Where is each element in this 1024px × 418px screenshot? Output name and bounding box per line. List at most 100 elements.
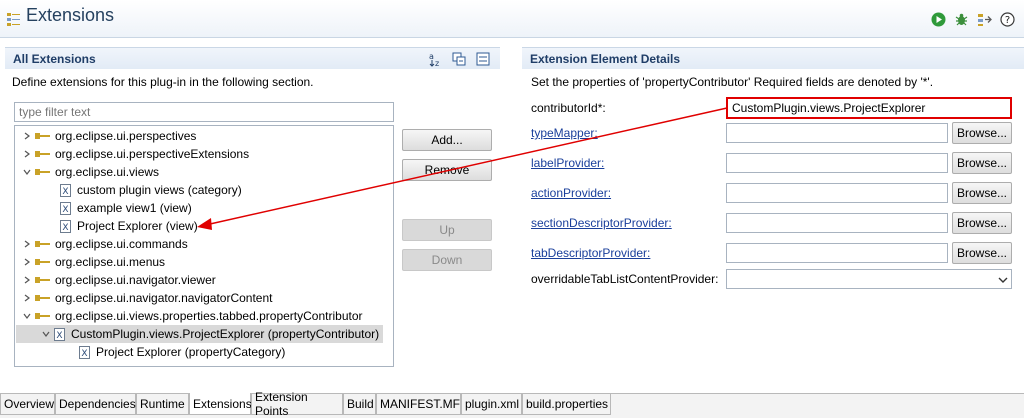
editor-title: Extensions [26,5,115,25]
tab-dependencies[interactable]: Dependencies [55,394,136,415]
sort-alpha-icon[interactable]: az [428,51,444,70]
tabdescriptorprovider-browse-button[interactable]: Browse... [952,242,1012,264]
xml-element-icon: X [78,345,91,359]
tree-item[interactable]: Xexample view1 (view) [16,199,192,217]
debug-icon[interactable] [953,11,969,27]
svg-text:X: X [56,331,62,341]
extensions-tree[interactable]: org.eclipse.ui.perspectives org.eclipse.u… [14,125,394,367]
tree-item[interactable]: org.eclipse.ui.perspectiveExtensions [16,145,249,163]
chevron-down-icon[interactable] [39,330,53,338]
chevron-right-icon[interactable] [20,258,34,266]
tab-label: Overview [4,397,55,411]
tab-label: Build [347,397,374,411]
tree-item[interactable]: org.eclipse.ui.menus [16,253,165,271]
tree-item[interactable]: org.eclipse.ui.views.properties.tabbed.p… [16,307,363,325]
labelprovider-link[interactable]: labelProvider: [531,156,604,170]
add-button[interactable]: Add... [402,129,492,151]
tree-item[interactable]: Xcustom plugin views (category) [16,181,242,199]
down-button[interactable]: Down [402,249,492,271]
left-panel-description: Define extensions for this plug-in in th… [12,75,314,89]
collapse-all-icon[interactable] [451,51,467,70]
tabdescriptorprovider-field[interactable] [726,243,948,263]
chevron-down-icon[interactable] [20,312,34,320]
tab-runtime[interactable]: Runtime [136,394,189,415]
tab-label: Extensions [193,396,252,411]
tabdescriptorprovider-link[interactable]: tabDescriptorProvider: [531,246,650,260]
tab-extension-points[interactable]: Extension Points [251,390,343,418]
tree-item[interactable]: X CustomPlugin.views.ProjectExplorer (pro… [16,325,384,343]
sectiondescriptorprovider-browse-button[interactable]: Browse... [952,212,1012,234]
filter-input[interactable] [14,102,394,122]
tree-item[interactable]: org.eclipse.ui.views [16,163,159,181]
chevron-right-icon[interactable] [20,276,34,284]
editor-title-bar: Extensions ? [0,0,1024,38]
chevron-right-icon[interactable] [20,240,34,248]
tab-overview[interactable]: Overview [0,394,55,415]
tree-item[interactable]: org.eclipse.ui.navigator.viewer [16,271,216,289]
extension-icon [34,150,52,158]
chevron-right-icon[interactable] [20,294,34,302]
tree-item[interactable]: X Project Explorer (propertyCategory) [16,343,285,361]
tree-item-label: Project Explorer (view) [77,219,198,233]
typemapper-field[interactable] [726,123,948,143]
show-description-icon[interactable] [475,51,491,70]
tab-label: Extension Points [255,390,308,418]
tree-item[interactable]: org.eclipse.ui.navigator.navigatorConten… [16,289,272,307]
tab-extensions[interactable]: Extensions [189,393,252,415]
element-details-title: Extension Element Details [530,52,681,66]
extension-icon [34,132,52,140]
tree-item-label: CustomPlugin.views.ProjectExplorer (prop… [71,327,380,341]
svg-text:X: X [62,187,68,197]
svg-text:a: a [429,52,434,61]
tab-label: Runtime [140,397,185,411]
actionprovider-link[interactable]: actionProvider: [531,186,611,200]
tree-item[interactable]: org.eclipse.ui.perspectives [16,127,196,145]
xml-element-icon: X [53,327,66,341]
overridable-label: overridableTabListContentProvider: [531,272,719,286]
editor-tabs: Overview Dependencies Runtime Extensions Ext… [0,390,1024,418]
run-icon[interactable] [930,11,946,27]
overridable-combo[interactable] [726,269,1012,289]
tab-plugin-xml[interactable]: plugin.xml [461,394,522,415]
xml-element-icon: X [59,201,72,215]
sectiondescriptorprovider-field[interactable] [726,213,948,233]
tab-label: build.properties [526,397,609,411]
svg-text:?: ? [1004,15,1009,26]
tree-item-label: org.eclipse.ui.views.properties.tabbed.p… [55,309,363,323]
tree-item[interactable]: org.eclipse.ui.commands [16,235,188,253]
extension-icon [34,168,52,176]
help-icon[interactable]: ? [999,11,1015,27]
tab-manifest-mf[interactable]: MANIFEST.MF [376,394,461,415]
all-extensions-header: All Extensions [5,47,500,69]
extension-icon [34,294,52,302]
chevron-right-icon[interactable] [20,150,34,158]
sectiondescriptorprovider-link[interactable]: sectionDescriptorProvider: [531,216,672,230]
up-button[interactable]: Up [402,219,492,241]
extension-icon [34,276,52,284]
tree-item-label: custom plugin views (category) [77,183,242,197]
export-icon[interactable] [976,11,992,27]
labelprovider-field[interactable] [726,153,948,173]
contributorid-field[interactable]: CustomPlugin.views.ProjectExplorer [726,97,1012,119]
remove-button[interactable]: Remove [402,159,492,181]
actionprovider-browse-button[interactable]: Browse... [952,182,1012,204]
tree-item-label: org.eclipse.ui.menus [55,255,166,269]
tree-item[interactable]: X Project Explorer (view) [16,217,198,235]
extension-icon [34,312,52,320]
actionprovider-field[interactable] [726,183,948,203]
tab-build-properties[interactable]: build.properties [522,394,611,415]
tab-build[interactable]: Build [343,394,376,415]
typemapper-browse-button[interactable]: Browse... [952,122,1012,144]
svg-text:X: X [81,349,87,359]
extension-icon [34,240,52,248]
tree-item-label: org.eclipse.ui.views [55,165,160,179]
chevron-right-icon[interactable] [20,132,34,140]
typemapper-link[interactable]: typeMapper: [531,126,598,140]
contributorid-label: contributorId*: [531,101,606,115]
tree-item-label: org.eclipse.ui.navigator.viewer [55,273,216,287]
labelprovider-browse-button[interactable]: Browse... [952,152,1012,174]
chevron-down-icon[interactable] [20,168,34,176]
extensions-icon [6,11,22,30]
tree-item-label: example view1 (view) [77,201,192,215]
right-panel-description: Set the properties of 'propertyContribut… [531,75,934,89]
